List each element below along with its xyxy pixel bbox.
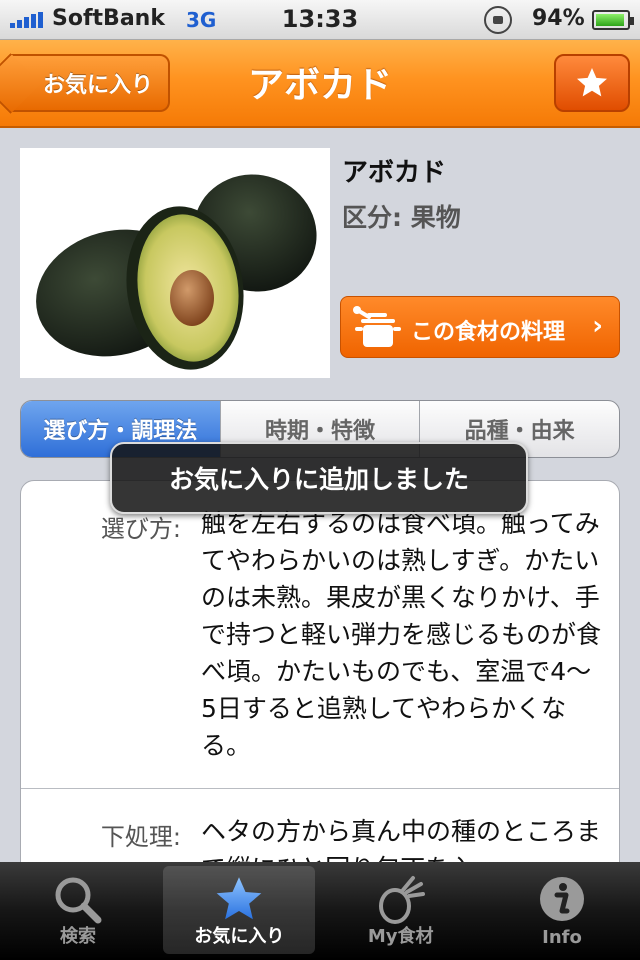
star-icon (577, 68, 607, 97)
battery-icon (592, 10, 634, 30)
chevron-right-icon: › (592, 311, 603, 341)
battery-percent: 94% (532, 6, 585, 31)
added-to-favorites-toast: お気に入りに追加しました (110, 442, 528, 514)
detail-row-selection: 選び方: 触を左右するのは食べ頃。触ってみてやわらかいのは熟しすぎ。かたいのは未… (21, 481, 619, 788)
food-photo (20, 148, 330, 378)
rotation-lock-icon (484, 6, 512, 34)
navigation-bar: お気に入り アボカド (0, 40, 640, 128)
food-name: アボカド (342, 158, 447, 188)
favorite-star-button[interactable] (554, 54, 630, 112)
avocado-image (36, 174, 317, 370)
info-icon (539, 877, 584, 921)
tab-search[interactable]: 検索 (2, 866, 154, 954)
detail-label: 選び方: (100, 515, 181, 543)
detail-label: 下処理: (100, 823, 181, 851)
recipe-button-label: この食材の料理 (411, 320, 566, 345)
detail-card: 選び方: 触を左右するのは食べ頃。触ってみてやわらかいのは熟しすぎ。かたいのは未… (20, 480, 620, 900)
cooking-pot-icon (353, 306, 401, 347)
vegetable-icon (378, 876, 425, 924)
recipes-with-this-ingredient-button[interactable]: この食材の料理 › (340, 296, 620, 358)
tab-bar: 検索 お気に入り My食材 Info (0, 862, 640, 960)
detail-text: 触を左右するのは食べ頃。触ってみてやわらかいのは熟しすぎ。かたいのは未熟。果皮が… (201, 509, 602, 760)
page-title: アボカド (247, 65, 392, 106)
food-category: 区分: 果物 (342, 203, 461, 232)
tab-label: Info (542, 927, 582, 948)
tab-info[interactable]: Info (486, 866, 638, 954)
status-bar: SoftBank 3G 13:33 94% (0, 0, 640, 40)
star-icon (217, 877, 262, 920)
tab-my-ingredients[interactable]: My食材 (325, 866, 477, 954)
magnifier-icon (55, 877, 102, 924)
tab-favorites[interactable]: お気に入り (163, 866, 316, 954)
